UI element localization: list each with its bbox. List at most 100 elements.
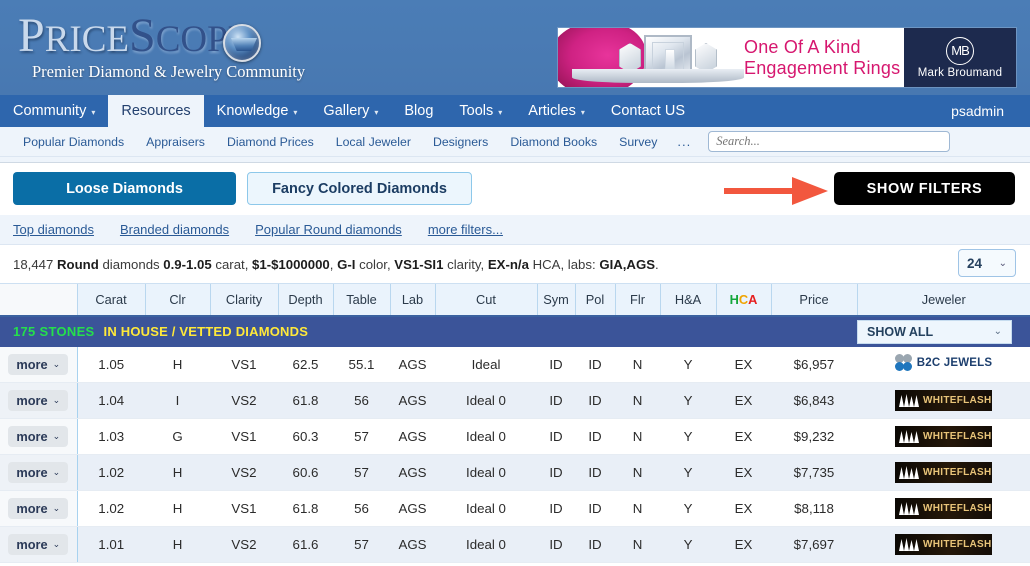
row-expand-cell[interactable]: more ⌄ bbox=[0, 382, 78, 419]
more-label: more bbox=[16, 356, 48, 372]
more-button[interactable]: more ⌄ bbox=[8, 534, 69, 555]
col-header-hca[interactable]: HCA bbox=[715, 283, 771, 317]
cell-cut: Ideal bbox=[435, 346, 537, 383]
subnav-item-designers[interactable]: Designers bbox=[422, 135, 499, 149]
main-navigation: Community ▾ Resources Knowledge ▾ Gallery ▾… bbox=[0, 95, 1030, 127]
more-label: more bbox=[16, 393, 48, 408]
cell-depth: 61.6 bbox=[278, 526, 333, 563]
nav-item-resources[interactable]: Resources bbox=[108, 95, 204, 127]
subnav-item-survey[interactable]: Survey bbox=[608, 135, 668, 149]
col-header-ha[interactable]: H&A bbox=[659, 283, 716, 317]
table-row[interactable]: more ⌄ 1.01 H VS2 61.6 57 AGS Ideal 0 ID ID N Y EX $7,… bbox=[0, 526, 1030, 563]
col-header-sym[interactable]: Sym bbox=[536, 283, 575, 317]
whiteflash-logo[interactable]: WHITEFLASH bbox=[895, 534, 992, 555]
show-filters-button[interactable]: SHOW FILTERS bbox=[834, 172, 1015, 205]
advertisement-banner[interactable]: One Of A Kind Engagement Rings MB Mark B… bbox=[558, 28, 1016, 87]
jeweler-name: WHITEFLASH bbox=[923, 467, 992, 478]
hca-letter-a: A bbox=[748, 291, 758, 307]
quicklink-branded-diamonds[interactable]: Branded diamonds bbox=[120, 222, 229, 237]
diamond-gem-icon bbox=[223, 24, 261, 62]
subnav-item-local-jeweler[interactable]: Local Jeweler bbox=[325, 135, 422, 149]
subnav-item-diamond-prices[interactable]: Diamond Prices bbox=[216, 135, 325, 149]
whiteflash-logo[interactable]: WHITEFLASH bbox=[895, 498, 992, 519]
cell-hca: EX bbox=[716, 454, 771, 491]
table-row[interactable]: more ⌄ 1.02 H VS2 60.6 57 AGS Ideal 0 ID ID N Y EX $7,… bbox=[0, 454, 1030, 491]
col-header-carat[interactable]: Carat bbox=[76, 283, 145, 317]
quicklink-top-diamonds[interactable]: Top diamonds bbox=[13, 222, 94, 237]
cell-sym: ID bbox=[537, 490, 575, 527]
col-header-flr[interactable]: Flr bbox=[614, 283, 660, 317]
tab-fancy-colored-diamonds[interactable]: Fancy Colored Diamonds bbox=[247, 172, 472, 205]
results-per-page-select[interactable]: 24 ⌄ bbox=[958, 249, 1016, 277]
user-account-link[interactable]: psadmin bbox=[951, 95, 1030, 127]
col-header-pol[interactable]: Pol bbox=[574, 283, 615, 317]
stone-count-label: 175 STONES bbox=[13, 324, 95, 339]
cell-cut: Ideal 0 bbox=[435, 454, 537, 491]
col-header-lab[interactable]: Lab bbox=[389, 283, 435, 317]
nav-item-gallery[interactable]: Gallery ▾ bbox=[310, 95, 391, 127]
cell-jeweler[interactable]: WHITEFLASH bbox=[857, 382, 1030, 419]
search-input[interactable] bbox=[708, 131, 951, 152]
col-header-clarity[interactable]: Clarity bbox=[209, 283, 278, 317]
cell-lab: AGS bbox=[390, 454, 435, 491]
site-logo[interactable]: PRICESCOPE bbox=[18, 10, 261, 66]
row-expand-cell[interactable]: more ⌄ bbox=[0, 418, 78, 455]
cell-jeweler[interactable]: WHITEFLASH bbox=[857, 526, 1030, 563]
hca-letter-h: H bbox=[729, 291, 739, 307]
summary-word-hca: HCA, labs: bbox=[532, 256, 596, 272]
col-header-jeweler[interactable]: Jeweler bbox=[856, 283, 1030, 317]
nav-item-contact-us[interactable]: Contact US bbox=[598, 95, 698, 127]
more-button[interactable]: more ⌄ bbox=[8, 353, 69, 375]
nav-item-blog[interactable]: Blog bbox=[391, 95, 446, 127]
quicklink-more-filters[interactable]: more filters... bbox=[428, 222, 503, 237]
summary-word-color: color, bbox=[359, 256, 391, 272]
nav-item-community[interactable]: Community ▾ bbox=[0, 95, 108, 127]
b2c-mark-icon bbox=[894, 354, 912, 372]
show-all-select[interactable]: SHOW ALL ⌄ bbox=[857, 319, 1012, 344]
cell-table: 56 bbox=[333, 382, 390, 419]
row-expand-cell[interactable]: more ⌄ bbox=[0, 346, 78, 383]
row-expand-cell[interactable]: more ⌄ bbox=[0, 454, 78, 491]
table-row[interactable]: more ⌄ 1.03 G VS1 60.3 57 AGS Ideal 0 ID ID N Y EX $9,… bbox=[0, 418, 1030, 455]
nav-item-articles[interactable]: Articles ▾ bbox=[515, 95, 598, 127]
subnav-item-appraisers[interactable]: Appraisers bbox=[135, 135, 216, 149]
nav-item-tools[interactable]: Tools ▾ bbox=[446, 95, 515, 127]
table-row[interactable]: more ⌄ 1.05 H VS1 62.5 55.1 AGS Ideal ID ID N Y EX $6,… bbox=[0, 346, 1030, 383]
col-header-table[interactable]: Table bbox=[332, 283, 390, 317]
row-expand-cell[interactable]: more ⌄ bbox=[0, 490, 78, 527]
subnav-item-popular-diamonds[interactable]: Popular Diamonds bbox=[12, 135, 135, 149]
cell-jeweler[interactable]: B2C JEWELS bbox=[857, 346, 1030, 383]
subnav-overflow-button[interactable]: ... bbox=[668, 134, 700, 149]
row-expand-cell[interactable]: more ⌄ bbox=[0, 526, 78, 563]
tab-loose-diamonds[interactable]: Loose Diamonds bbox=[13, 172, 236, 205]
whiteflash-logo[interactable]: WHITEFLASH bbox=[895, 462, 992, 483]
table-row[interactable]: more ⌄ 1.04 I VS2 61.8 56 AGS Ideal 0 ID ID N Y EX $6,… bbox=[0, 382, 1030, 419]
col-header-depth[interactable]: Depth bbox=[277, 283, 333, 317]
chevron-down-icon: ⌄ bbox=[52, 539, 61, 549]
banner-artwork: One Of A Kind Engagement Rings bbox=[558, 28, 904, 87]
quicklink-popular-round-diamonds[interactable]: Popular Round diamonds bbox=[255, 222, 402, 237]
col-header-clr[interactable]: Clr bbox=[144, 283, 210, 317]
chevron-down-icon: ⌄ bbox=[52, 358, 61, 369]
cell-jeweler[interactable]: WHITEFLASH bbox=[857, 454, 1030, 491]
col-header-cut[interactable]: Cut bbox=[434, 283, 537, 317]
cell-jeweler[interactable]: WHITEFLASH bbox=[857, 490, 1030, 527]
summary-period: . bbox=[655, 256, 659, 272]
col-header-price[interactable]: Price bbox=[770, 283, 857, 317]
advertiser-panel[interactable]: MB Mark Broumand bbox=[904, 28, 1016, 87]
more-button[interactable]: more ⌄ bbox=[8, 462, 69, 483]
cell-lab: AGS bbox=[390, 490, 435, 527]
jeweler-name: WHITEFLASH bbox=[923, 431, 992, 442]
more-button[interactable]: more ⌄ bbox=[8, 498, 69, 519]
table-row[interactable]: more ⌄ 1.02 H VS1 61.8 56 AGS Ideal 0 ID ID N Y EX $8,… bbox=[0, 490, 1030, 527]
subnav-item-diamond-books[interactable]: Diamond Books bbox=[499, 135, 608, 149]
cell-carat: 1.05 bbox=[77, 346, 145, 383]
whiteflash-logo[interactable]: WHITEFLASH bbox=[895, 426, 992, 447]
banner-headline-line2: Engagement Rings bbox=[744, 58, 901, 78]
cell-jeweler[interactable]: WHITEFLASH bbox=[857, 418, 1030, 455]
whiteflash-logo[interactable]: WHITEFLASH bbox=[895, 390, 992, 411]
more-button[interactable]: more ⌄ bbox=[8, 390, 69, 411]
more-button[interactable]: more ⌄ bbox=[8, 426, 69, 447]
nav-item-knowledge[interactable]: Knowledge ▾ bbox=[204, 95, 311, 127]
b2c-jewels-logo[interactable]: B2C JEWELS bbox=[894, 354, 993, 372]
